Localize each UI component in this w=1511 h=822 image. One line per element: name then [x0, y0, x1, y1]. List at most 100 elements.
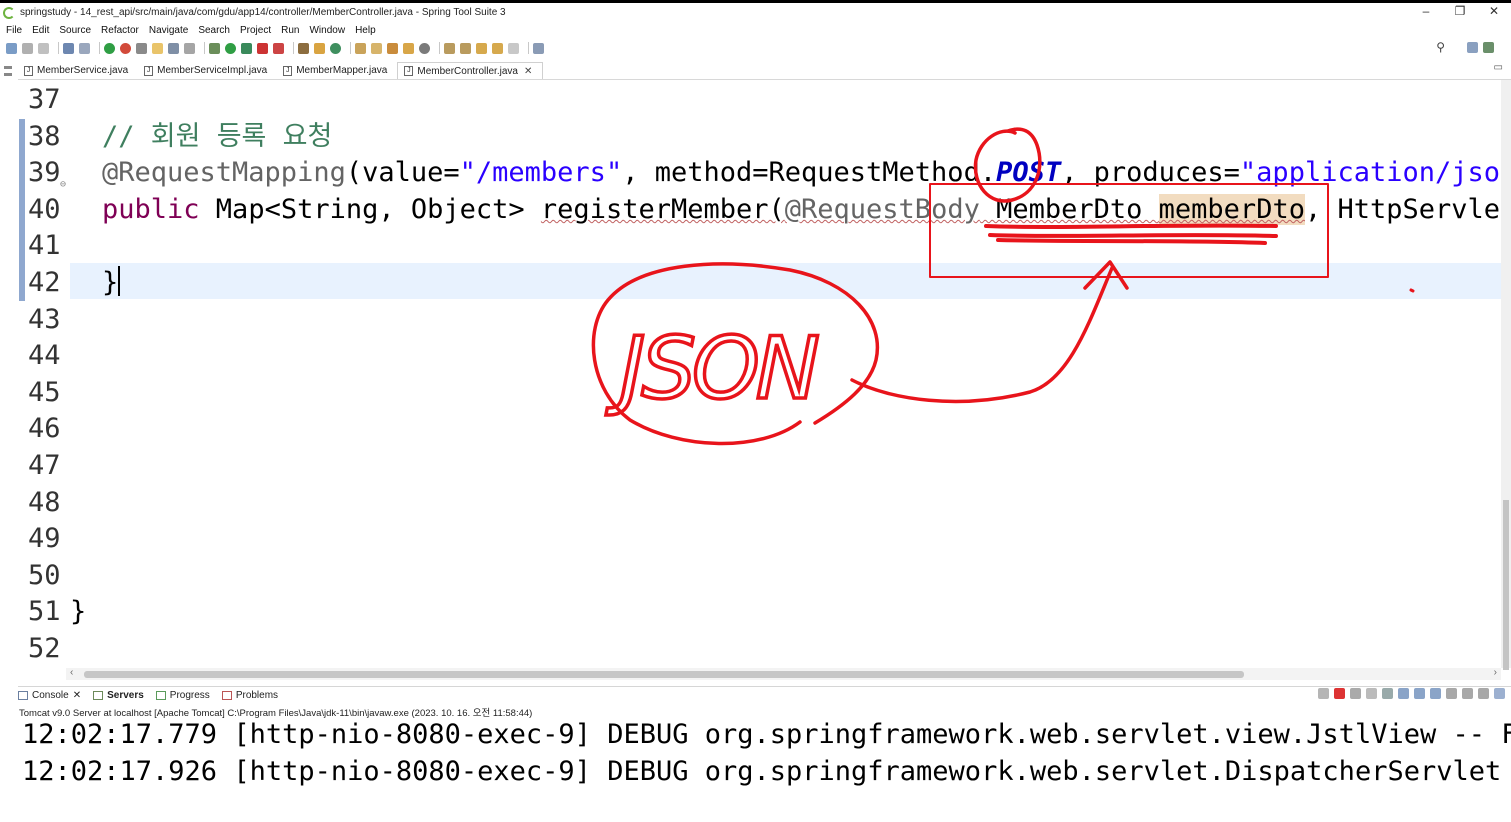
menu-edit[interactable]: Edit [32, 25, 49, 36]
tab-console[interactable]: Console ✕ [18, 690, 81, 701]
search-tool-icon[interactable] [387, 42, 398, 54]
close-tab-icon[interactable]: ✕ [73, 690, 81, 701]
scroll-left-icon[interactable]: ‹ [70, 667, 73, 678]
toggle-icon[interactable] [136, 42, 147, 54]
remove-launch-icon[interactable] [1318, 688, 1329, 699]
tab-member-mapper[interactable]: J MemberMapper.java [277, 62, 397, 79]
tab-label: MemberMapper.java [296, 65, 388, 76]
console-tab-bar: Console ✕ Servers Progress Problems [18, 686, 1511, 703]
scroll-thumb[interactable] [1503, 500, 1509, 670]
tab-member-service[interactable]: J MemberService.java [18, 62, 138, 79]
globe-icon[interactable] [419, 42, 430, 54]
save-all-icon[interactable] [38, 42, 49, 54]
clear-console-icon[interactable] [1366, 688, 1377, 699]
minimize-editor-icon[interactable]: ▭ [1494, 62, 1503, 73]
menu-refactor[interactable]: Refactor [101, 25, 139, 36]
tab-member-service-impl[interactable]: J MemberServiceImpl.java [138, 62, 277, 79]
search-icon[interactable]: ⚲ [1436, 40, 1445, 54]
editor-horizontal-scrollbar[interactable]: ‹ › [66, 667, 1501, 680]
code-line: 52 [18, 631, 1511, 668]
open-task-icon[interactable] [371, 42, 382, 54]
scroll-right-icon[interactable]: › [1494, 667, 1497, 678]
pin-console-icon[interactable] [1446, 688, 1457, 699]
new-package-icon[interactable] [314, 42, 325, 54]
tab-problems[interactable]: Problems [221, 690, 278, 701]
scroll-thumb[interactable] [84, 671, 1244, 678]
run-icon[interactable] [225, 42, 236, 54]
progress-icon [155, 690, 166, 700]
tab-progress[interactable]: Progress [155, 690, 210, 701]
show-console-stdout-icon[interactable] [1414, 688, 1425, 699]
menu-source[interactable]: Source [59, 25, 91, 36]
debug-icon[interactable] [209, 42, 220, 54]
previous-annotation-icon[interactable] [460, 42, 471, 54]
code-token: registerMember( [540, 193, 785, 225]
forward-icon[interactable] [508, 42, 519, 54]
code-token: POST [996, 157, 1062, 189]
display-console-icon[interactable] [1462, 688, 1473, 699]
code-token: , method=RequestMethod. [622, 157, 997, 189]
coverage-icon[interactable] [241, 42, 252, 54]
code-token: Map<String, Object> [199, 193, 541, 225]
java-ee-perspective-icon[interactable] [1483, 41, 1494, 53]
mark-occurrences-icon[interactable] [152, 42, 163, 54]
terminal-icon[interactable] [63, 42, 74, 54]
minimize-button[interactable]: – [1409, 3, 1443, 21]
tab-member-controller[interactable]: J MemberController.java ✕ [397, 62, 544, 79]
menu-project[interactable]: Project [240, 25, 271, 36]
open-folder-icon[interactable] [403, 42, 414, 54]
menu-window[interactable]: Window [309, 25, 345, 36]
save-icon[interactable] [22, 42, 33, 54]
code-line: 37 [18, 82, 1511, 119]
line-number: 42 [28, 267, 61, 298]
next-annotation-icon[interactable] [444, 42, 455, 54]
text-caret [118, 266, 121, 296]
open-type-icon[interactable] [355, 42, 366, 54]
new-class-icon[interactable] [330, 42, 341, 54]
view-menu-icon[interactable] [1494, 688, 1505, 699]
package-explorer-icon[interactable] [4, 73, 12, 76]
code-token: @RequestMapping [102, 157, 346, 189]
remove-all-icon[interactable] [1350, 688, 1361, 699]
show-console-stderr-icon[interactable] [1430, 688, 1441, 699]
spring-boot-icon[interactable] [104, 42, 115, 54]
new-java-project-icon[interactable] [298, 42, 309, 54]
left-trim-stack [0, 62, 16, 682]
close-tab-icon[interactable]: ✕ [524, 66, 532, 77]
open-console-icon[interactable] [1478, 688, 1489, 699]
code-editor[interactable]: 37 38 // 회원 등록 요청 39 ⊖ @RequestMapping(value=… [18, 80, 1511, 668]
last-edit-icon[interactable] [476, 42, 487, 54]
pin-editor-icon[interactable] [533, 42, 544, 54]
relaunch-icon[interactable] [120, 42, 131, 54]
external-tools-icon[interactable] [273, 42, 284, 54]
restore-button[interactable]: ❐ [1443, 3, 1477, 21]
perspective-icon[interactable] [1467, 41, 1478, 53]
tab-label: MemberService.java [37, 65, 129, 76]
tab-servers[interactable]: Servers [93, 690, 144, 701]
back-icon[interactable] [492, 42, 503, 54]
line-number: 40 [28, 193, 61, 225]
line-number: 41 [28, 230, 61, 262]
problems-icon [221, 690, 232, 700]
terminate-icon[interactable] [1334, 688, 1345, 699]
menu-help[interactable]: Help [355, 25, 376, 36]
code-line: 47 [18, 448, 1511, 485]
show-whitespace-icon[interactable] [184, 42, 195, 54]
close-window-button[interactable]: ✕ [1477, 3, 1511, 21]
editor-vertical-scrollbar[interactable] [1501, 80, 1511, 670]
new-icon[interactable] [6, 42, 17, 54]
block-select-icon[interactable] [168, 42, 179, 54]
menu-navigate[interactable]: Navigate [149, 25, 188, 36]
restore-view-icon[interactable] [4, 66, 12, 69]
scroll-lock-icon[interactable] [1382, 688, 1393, 699]
word-wrap-icon[interactable] [1398, 688, 1409, 699]
line-number: 49 [28, 523, 61, 555]
skip-breakpoints-icon[interactable] [79, 42, 90, 54]
line-number: 50 [28, 559, 61, 591]
menu-search[interactable]: Search [198, 25, 230, 36]
code-line: 39 ⊖ @RequestMapping(value="/members", met… [18, 155, 1511, 192]
menu-run[interactable]: Run [281, 25, 299, 36]
line-number: 44 [28, 340, 61, 372]
stop-icon[interactable] [257, 42, 268, 54]
menu-file[interactable]: File [6, 25, 22, 36]
